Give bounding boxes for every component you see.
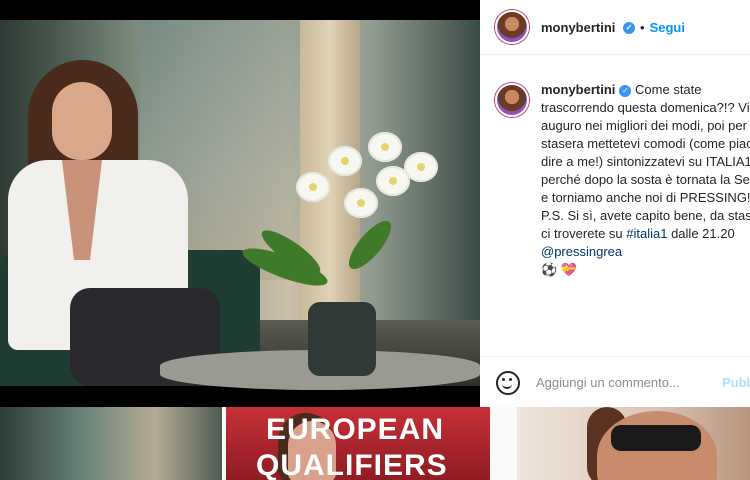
thumbnail-title-line1: EUROPEAN [266,413,445,446]
header-username[interactable]: monybertini ✓ [541,20,636,35]
follow-button[interactable]: Segui [650,20,685,35]
verified-badge-icon: ✓ [619,84,632,97]
verified-badge-icon: ✓ [623,22,636,35]
comment-bar: Pubb [480,356,750,408]
orchid-flower [368,132,402,162]
caption-body-mid: dalle 21.20 [667,226,739,241]
grid-thumbnail[interactable] [517,407,750,480]
caption-avatar[interactable] [495,83,529,117]
publish-button[interactable]: Pubb [722,375,750,390]
photo-scene [0,20,480,390]
comment-input[interactable] [534,374,708,391]
caption-username[interactable]: monybertini [541,82,615,97]
orchid-flower [328,146,362,176]
caption-text: monybertini ✓ Come state trascorrendo que… [541,81,750,279]
orchid-flower [376,166,410,196]
emoji-picker-icon[interactable] [496,370,520,395]
hashtag-link[interactable]: #italia1 [626,226,667,241]
separator-dot: • [640,19,645,35]
sunglasses-icon [611,425,701,451]
post-photo[interactable] [0,0,480,407]
grid-thumbnail[interactable]: EUROPEAN QUALIFIERS [226,407,490,480]
grid-thumbnail[interactable] [0,407,222,480]
caption-block: monybertini ✓ Come state trascorrendo que… [480,55,750,279]
orchid-vase [308,302,376,376]
orchid-flower [296,172,330,202]
profile-grid: EUROPEAN QUALIFIERS [0,407,750,480]
post-sidebar: monybertini ✓ • Segui monybertini ✓ Come … [480,0,750,407]
header-username-text[interactable]: monybertini [541,20,615,35]
caption-body: Come state trascorrendo questa domenica?… [541,82,750,241]
avatar[interactable] [495,10,529,44]
orchid-flower [344,188,378,218]
woman-face [52,82,112,160]
caption-emojis: ⚽ 💝 [541,262,577,277]
mention-link[interactable]: @pressingrea [541,244,622,259]
thumbnail-title-line2: QUALIFIERS [256,449,448,480]
post-header: monybertini ✓ • Segui [480,0,750,55]
